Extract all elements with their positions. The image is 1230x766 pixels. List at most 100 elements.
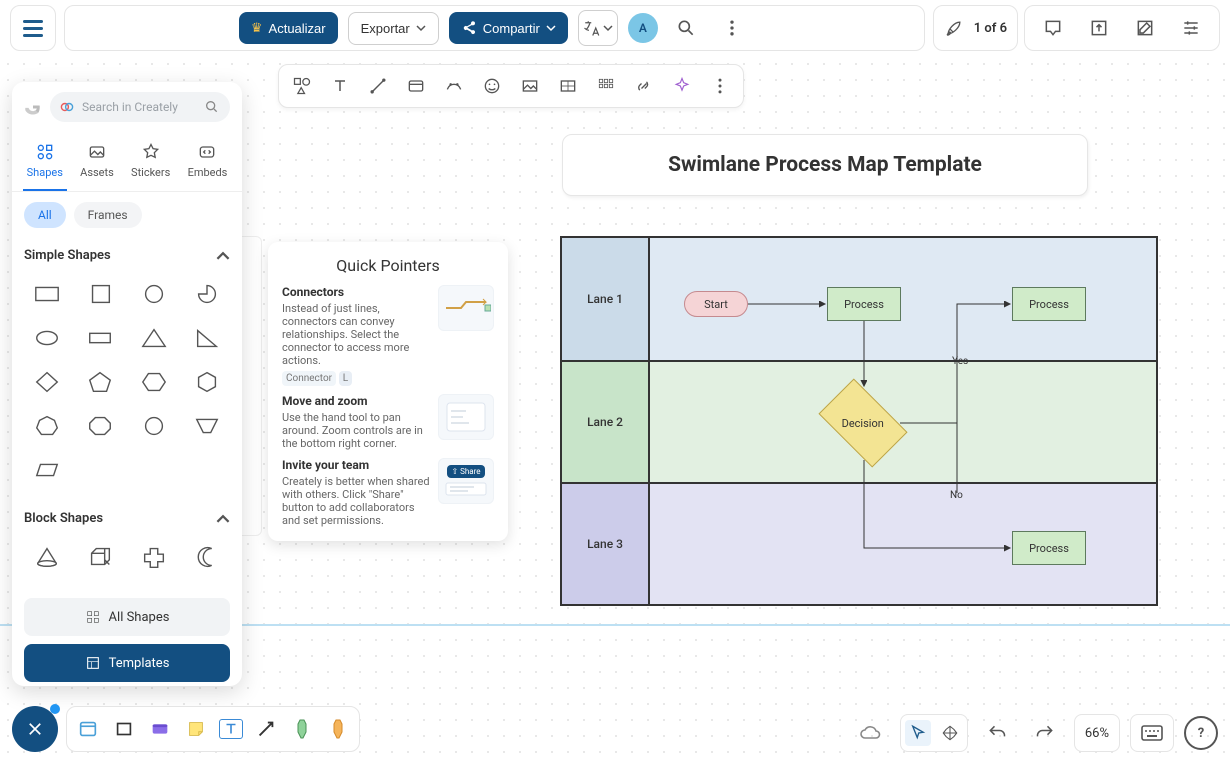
tab-assets[interactable]: Assets bbox=[76, 136, 118, 191]
pill-all[interactable]: All bbox=[24, 202, 66, 228]
shape-decagon[interactable] bbox=[131, 409, 177, 443]
freehand-tool[interactable] bbox=[443, 75, 465, 97]
panel-tabs: Shapes Assets Stickers Embeds bbox=[12, 132, 242, 192]
settings-button[interactable] bbox=[1173, 10, 1209, 46]
export-label: Exportar bbox=[361, 21, 410, 36]
emoji-tool[interactable] bbox=[481, 75, 503, 97]
qp-connector-chip: Connector bbox=[282, 371, 336, 386]
top-right-group: 1 of 6 bbox=[933, 5, 1220, 51]
dock-sticky[interactable] bbox=[183, 716, 209, 742]
qp-connectors-body: Instead of just lines, connectors can co… bbox=[282, 302, 409, 367]
shape-cross[interactable] bbox=[131, 540, 177, 574]
dock-arrow[interactable] bbox=[253, 716, 279, 742]
swimlane-diagram[interactable]: Lane 1 Lane 2 Lane 3 Start Process Proce… bbox=[560, 236, 1158, 606]
avatar[interactable]: A bbox=[628, 13, 658, 43]
bottom-dock-card bbox=[66, 706, 360, 752]
share-button[interactable]: Compartir bbox=[449, 12, 568, 44]
dock-frame[interactable] bbox=[75, 716, 101, 742]
more-button[interactable] bbox=[714, 10, 750, 46]
upgrade-label: Actualizar bbox=[269, 21, 326, 36]
google-icon bbox=[24, 98, 42, 116]
close-fab[interactable] bbox=[12, 706, 58, 752]
shape-circle[interactable] bbox=[131, 277, 177, 311]
dock-marker-orange[interactable] bbox=[325, 716, 351, 742]
dock-card-shape[interactable] bbox=[147, 716, 173, 742]
embed-icon bbox=[197, 142, 217, 162]
shape-trapezoid[interactable] bbox=[185, 409, 231, 443]
pan-tool[interactable] bbox=[937, 720, 963, 746]
onboarding-progress[interactable]: 1 of 6 bbox=[933, 5, 1018, 51]
templates-button[interactable]: Templates bbox=[24, 644, 230, 682]
shape-pentagon[interactable] bbox=[78, 365, 124, 399]
toolbar-more[interactable] bbox=[709, 75, 731, 97]
share-icon bbox=[461, 20, 477, 36]
shape-triangle[interactable] bbox=[131, 321, 177, 355]
shape-parallelogram[interactable] bbox=[24, 453, 70, 487]
cloud-status[interactable] bbox=[852, 714, 890, 752]
arrows bbox=[562, 238, 1160, 608]
shape-hexagon[interactable] bbox=[131, 365, 177, 399]
ai-tool[interactable] bbox=[671, 75, 693, 97]
comments-button[interactable] bbox=[1035, 10, 1071, 46]
shape-arc[interactable] bbox=[185, 277, 231, 311]
qp-connector-key: L bbox=[339, 371, 352, 386]
simple-shape-grid bbox=[24, 269, 230, 497]
link-tool[interactable] bbox=[633, 75, 655, 97]
section-simple-header[interactable]: Simple Shapes bbox=[24, 242, 230, 269]
shapes-icon bbox=[35, 142, 55, 162]
shape-diamond[interactable] bbox=[24, 365, 70, 399]
text-tool[interactable] bbox=[329, 75, 351, 97]
cursor-tool[interactable] bbox=[905, 720, 931, 746]
menu-button[interactable] bbox=[10, 5, 56, 51]
shape-moon[interactable] bbox=[185, 540, 231, 574]
shape-octagon[interactable] bbox=[78, 409, 124, 443]
comment-icon bbox=[1043, 18, 1063, 38]
tab-stickers[interactable]: Stickers bbox=[127, 136, 174, 191]
export-tool-button[interactable] bbox=[1081, 10, 1117, 46]
dock-marker-green[interactable] bbox=[289, 716, 315, 742]
canvas-title[interactable]: Swimlane Process Map Template bbox=[562, 134, 1088, 196]
assets-icon bbox=[87, 142, 107, 162]
cursor-move-group bbox=[900, 714, 968, 752]
shape-heptagon[interactable] bbox=[24, 409, 70, 443]
translate-button[interactable] bbox=[578, 10, 618, 46]
tab-embeds[interactable]: Embeds bbox=[184, 136, 232, 191]
shape-rectangle[interactable] bbox=[24, 277, 70, 311]
frame-tool[interactable] bbox=[405, 75, 427, 97]
tab-shapes[interactable]: Shapes bbox=[23, 136, 67, 191]
section-block-header[interactable]: Block Shapes bbox=[24, 505, 230, 532]
shapes-tool[interactable] bbox=[291, 75, 313, 97]
zoom-level[interactable]: 66% bbox=[1074, 714, 1120, 752]
table-tool[interactable] bbox=[557, 75, 579, 97]
grid-icon bbox=[85, 609, 101, 625]
keyboard-button[interactable] bbox=[1130, 714, 1174, 752]
help-button[interactable]: ? bbox=[1184, 716, 1218, 750]
pill-frames[interactable]: Frames bbox=[74, 202, 142, 228]
shape-ellipse[interactable] bbox=[24, 321, 70, 355]
dock-textframe[interactable] bbox=[219, 719, 243, 739]
search-input[interactable]: Search in Creately bbox=[50, 92, 230, 122]
edit-icon bbox=[1135, 18, 1155, 38]
export-button[interactable]: Exportar bbox=[348, 12, 439, 45]
shape-right-triangle[interactable] bbox=[185, 321, 231, 355]
label-no: No bbox=[950, 490, 963, 501]
line-tool[interactable] bbox=[367, 75, 389, 97]
search-button[interactable] bbox=[668, 10, 704, 46]
edit-button[interactable] bbox=[1127, 10, 1163, 46]
shape-cone[interactable] bbox=[24, 540, 70, 574]
search-icon bbox=[676, 18, 696, 38]
grid-tool[interactable] bbox=[595, 75, 617, 97]
translate-icon bbox=[583, 19, 601, 37]
upgrade-button[interactable]: ♛ Actualizar bbox=[239, 12, 338, 44]
undo-button[interactable] bbox=[978, 714, 1016, 752]
shape-rect2[interactable] bbox=[78, 321, 124, 355]
image-tool[interactable] bbox=[519, 75, 541, 97]
shape-square[interactable] bbox=[78, 277, 124, 311]
all-shapes-button[interactable]: All Shapes bbox=[24, 598, 230, 636]
redo-button[interactable] bbox=[1026, 714, 1064, 752]
share-label: Compartir bbox=[483, 21, 540, 36]
canvas[interactable]: Search in Creately Shapes Assets Sticker… bbox=[0, 56, 1230, 766]
shape-cube[interactable] bbox=[78, 540, 124, 574]
shape-hexagon2[interactable] bbox=[185, 365, 231, 399]
dock-rect[interactable] bbox=[111, 716, 137, 742]
